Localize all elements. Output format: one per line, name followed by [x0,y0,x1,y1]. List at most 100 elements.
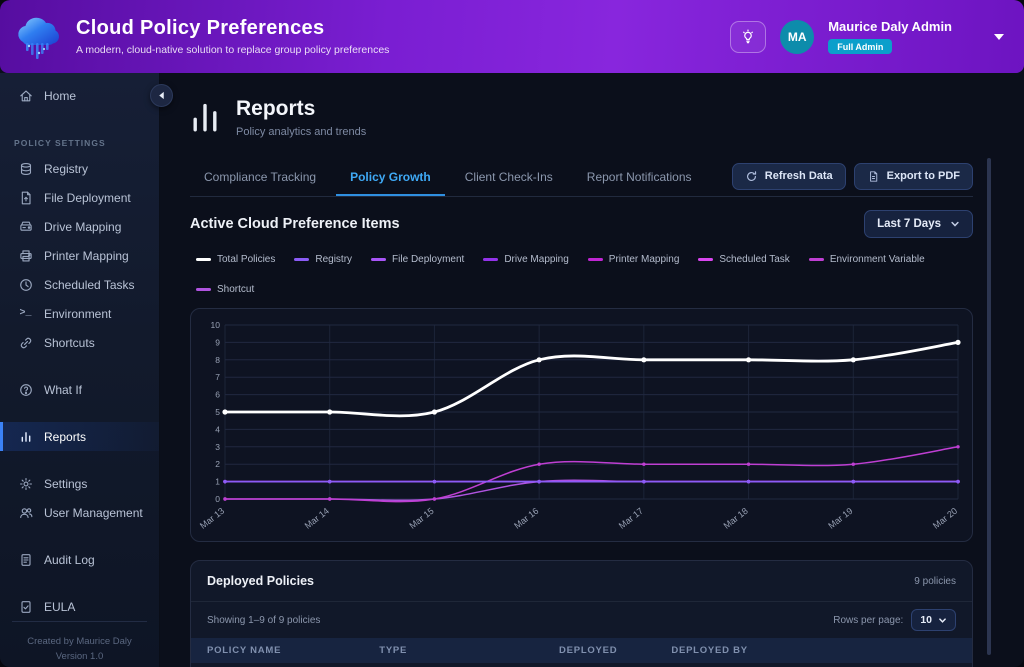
svg-text:10: 10 [211,320,221,330]
showing-label: Showing 1–9 of 9 policies [207,615,320,626]
sidebar-item-reports[interactable]: Reports [0,422,159,451]
svg-text:0: 0 [215,494,220,504]
chevron-down-icon[interactable] [994,34,1004,40]
sidebar-item-printer-mapping[interactable]: Printer Mapping [0,241,159,270]
legend-swatch [483,258,498,261]
what-if-icon [17,381,34,398]
vertical-scrollbar[interactable] [987,158,991,655]
sidebar-item-scheduled-tasks[interactable]: Scheduled Tasks [0,270,159,299]
svg-text:4: 4 [215,424,220,434]
svg-text:Mar 20: Mar 20 [931,506,959,531]
sidebar-item-label: Home [44,89,76,103]
rows-per-page-label: Rows per page: [833,615,903,626]
home-icon [17,87,34,104]
svg-text:7: 7 [215,372,220,382]
legend-item-shortcut[interactable]: Shortcut [196,284,254,295]
app-window: Cloud Policy Preferences A modern, cloud… [0,0,1024,667]
header-titles: Cloud Policy Preferences A modern, cloud… [76,17,389,56]
section-title: Active Cloud Preference Items [190,216,400,232]
sidebar-item-label: Scheduled Tasks [44,278,135,292]
sidebar-item-registry[interactable]: Registry [0,154,159,183]
legend-item-total-policies[interactable]: Total Policies [196,254,275,265]
line-chart-canvas[interactable]: 012345678910Mar 13Mar 14Mar 15Mar 16Mar … [199,317,966,539]
svg-text:1: 1 [215,477,220,487]
sidebar: Home POLICY SETTINGS Registry File Deployme… [0,73,160,667]
tab-policy-growth[interactable]: Policy Growth [336,162,445,196]
sidebar-item-label: Registry [44,162,88,176]
tab-bar: Compliance TrackingPolicy GrowthClient C… [190,162,973,197]
tab-report-notifications[interactable]: Report Notifications [573,162,706,196]
tab-compliance-tracking[interactable]: Compliance Tracking [190,162,330,196]
deployed-policies-card: Deployed Policies 9 policies Showing 1–9… [190,560,973,667]
cloud-logo [12,12,64,62]
chevron-down-icon [950,219,960,229]
collapse-sidebar-button[interactable] [150,84,173,107]
sidebar-item-label: EULA [44,600,75,614]
legend-swatch [588,258,603,261]
refresh-data-button[interactable]: Refresh Data [732,163,846,190]
sidebar-item-file-deployment[interactable]: File Deployment [0,183,159,212]
svg-text:Mar 16: Mar 16 [512,506,540,531]
role-badge: Full Admin [828,39,892,54]
legend-swatch [196,288,211,291]
legend-item-drive-mapping[interactable]: Drive Mapping [483,254,568,265]
legend-item-environment-variable[interactable]: Environment Variable [809,254,925,265]
page-subtitle: Policy analytics and trends [236,126,366,138]
audit-log-icon [17,551,34,568]
sidebar-item-settings[interactable]: Settings [0,469,159,498]
legend-item-printer-mapping[interactable]: Printer Mapping [588,254,680,265]
sidebar-item-eula[interactable]: EULA [0,592,159,621]
drive-mapping-icon [17,218,34,235]
scheduled-tasks-icon [17,276,34,293]
rows-per-page-select[interactable]: 10 [911,609,956,631]
legend-item-scheduled-task[interactable]: Scheduled Task [698,254,789,265]
user-block[interactable]: Maurice Daly Admin Full Admin [828,19,952,54]
shortcuts-icon [17,334,34,351]
sidebar-section-label: POLICY SETTINGS [0,128,159,154]
table-header-row: POLICY NAMETYPEDEPLOYEDDEPLOYED BY [191,638,972,663]
sidebar-item-audit-log[interactable]: Audit Log [0,545,159,574]
avatar[interactable]: MA [780,20,814,54]
sidebar-item-home[interactable]: Home [0,81,159,110]
svg-text:Mar 15: Mar 15 [407,506,435,531]
sidebar-item-environment[interactable]: >_ Environment [0,299,159,328]
document-icon [867,170,880,183]
sidebar-item-label: What If [44,383,82,397]
sidebar-item-drive-mapping[interactable]: Drive Mapping [0,212,159,241]
svg-text:2: 2 [215,459,220,469]
policy-growth-chart[interactable]: 012345678910Mar 13Mar 14Mar 15Mar 16Mar … [190,308,973,542]
environment-icon: >_ [17,305,34,322]
sidebar-item-label: Drive Mapping [44,220,121,234]
printer-mapping-icon [17,247,34,264]
legend-swatch [698,258,713,261]
export-pdf-button[interactable]: Export to PDF [854,163,973,190]
date-range-select[interactable]: Last 7 Days [864,210,973,238]
main-content: Reports Policy analytics and trends Comp… [160,73,1024,667]
svg-text:5: 5 [215,407,220,417]
sidebar-item-what-if[interactable]: What If [0,375,159,404]
column-header-type: TYPE [379,645,559,656]
sidebar-item-label: User Management [44,506,143,520]
caret-left-icon [157,91,166,100]
sidebar-item-label: Environment [44,307,111,321]
theme-toggle-button[interactable] [730,21,766,53]
refresh-icon [745,170,758,183]
tab-client-check-ins[interactable]: Client Check-Ins [451,162,567,196]
sidebar-item-label: Printer Mapping [44,249,129,263]
sidebar-item-shortcuts[interactable]: Shortcuts [0,328,159,357]
sidebar-item-label: File Deployment [44,191,131,205]
svg-text:6: 6 [215,390,220,400]
table-row-demo-3[interactable]: Demo 3>_Environment VariableMar 20, 2026 [191,663,972,667]
legend-item-registry[interactable]: Registry [294,254,352,265]
app-subtitle: A modern, cloud-native solution to repla… [76,44,389,56]
sidebar-item-label: Audit Log [44,553,95,567]
eula-icon [17,598,34,615]
sidebar-item-label: Shortcuts [44,336,95,350]
legend-swatch [809,258,824,261]
legend-item-file-deployment[interactable]: File Deployment [371,254,464,265]
svg-text:8: 8 [215,355,220,365]
sidebar-item-label: Reports [44,430,86,444]
sidebar-item-user-management[interactable]: User Management [0,498,159,527]
svg-text:Mar 13: Mar 13 [199,506,226,531]
user-management-icon [17,504,34,521]
